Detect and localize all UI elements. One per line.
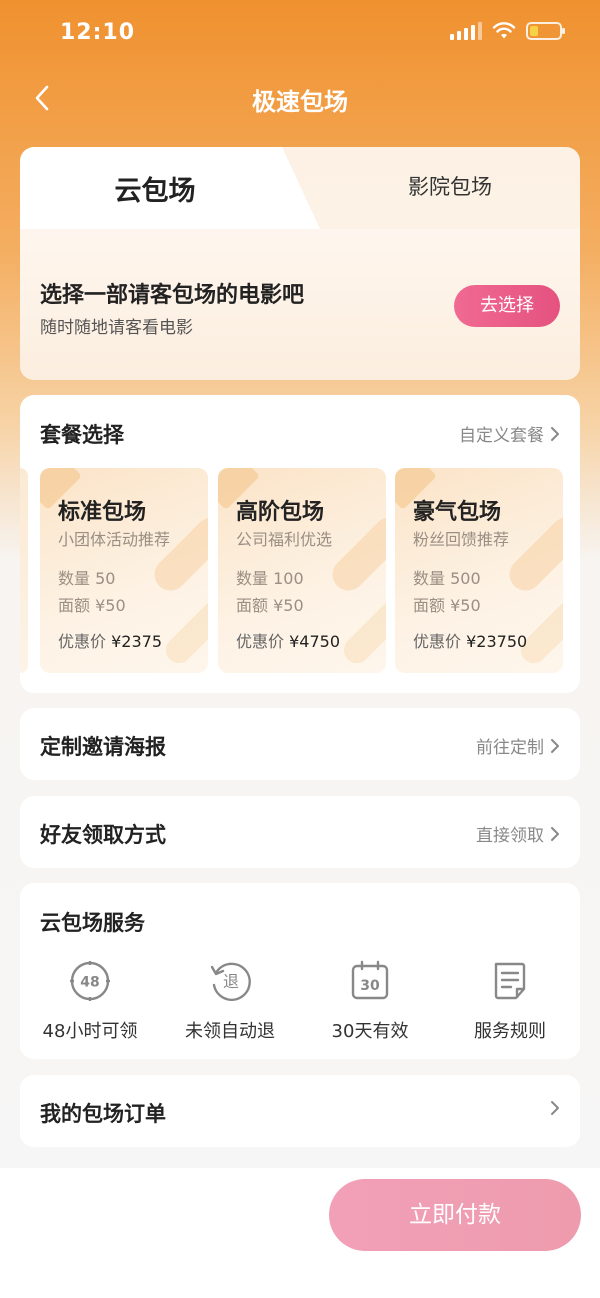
service-label: 服务规则 [474,1021,546,1042]
package-price-label: 优惠价 [413,632,462,651]
package-quantity: 数量 500 [413,569,481,588]
service-auto-refund[interactable]: 退 未领自动退 [160,959,300,1043]
package-price-value: ¥4750 [289,632,341,651]
service-label: 48小时可领 [42,1021,138,1042]
service-48h[interactable]: 48 48小时可领 [20,959,160,1043]
service-rules[interactable]: 服务规则 [440,959,580,1043]
pay-now-button[interactable]: 立即付款 [329,1179,581,1251]
package-price-value: ¥23750 [466,632,528,651]
package-price: 优惠价 ¥23750 [413,628,527,652]
booking-type-card: 云包场 影院包场 选择一部请客包场的电影吧 随时随地请客看电影 去选择 [20,147,580,380]
signal-icon [450,22,482,40]
chevron-right-icon [551,826,559,841]
package-card-partial[interactable] [20,468,28,673]
package-face-value: 面额 ¥50 [236,596,304,615]
document-icon [494,962,526,1000]
tab-cloud-booking-label[interactable]: 云包场 [20,169,290,208]
package-desc: 公司福利优选 [236,530,333,549]
status-bar: 12:10 [0,0,600,68]
custom-package-label: 自定义套餐 [459,426,544,446]
package-quantity: 数量 100 [236,569,304,588]
my-orders-row[interactable]: 我的包场订单 [20,1075,580,1147]
custom-package-link[interactable]: 自定义套餐 [459,421,560,446]
calendar-30-glyph: 30 [360,978,380,994]
wifi-icon [492,22,516,39]
package-name: 豪气包场 [413,500,502,525]
service-card: 云包场服务 48 48小时可领 退 未领自动退 30 30天有效 服务规则 [20,883,580,1059]
package-name: 标准包场 [58,500,147,525]
chevron-right-icon [551,738,559,753]
package-price: 优惠价 ¥4750 [236,628,340,652]
package-name: 高阶包场 [236,500,325,525]
choose-movie-button[interactable]: 去选择 [454,285,560,327]
clock-48-glyph: 48 [80,975,99,991]
chevron-right-icon [551,1101,559,1115]
package-section-title: 套餐选择 [40,423,124,447]
receive-method-row[interactable]: 好友领取方式 直接领取 [20,796,580,868]
page-title: 极速包场 [252,88,348,116]
package-advanced[interactable]: 高阶包场 公司福利优选 数量 100 面额 ¥50 优惠价 ¥4750 [218,468,386,673]
nav-bar: 极速包场 [0,68,600,128]
clock-48-icon: 48 [70,961,110,1001]
package-desc: 粉丝回馈推荐 [413,530,510,549]
package-deluxe[interactable]: 豪气包场 粉丝回馈推荐 数量 500 面额 ¥50 优惠价 ¥23750 [395,468,563,673]
status-time: 12:10 [60,20,136,45]
receive-method-link[interactable]: 直接领取 [476,821,560,846]
pick-movie-subtitle: 随时随地请客看电影 [40,318,193,338]
package-price-label: 优惠价 [58,632,107,651]
package-quantity: 数量 50 [58,569,116,588]
tab-cinema-booking[interactable]: 影院包场 [320,171,580,201]
service-30-days[interactable]: 30 30天有效 [300,959,440,1043]
refund-icon: 退 [210,962,251,1001]
package-desc: 小团体活动推荐 [58,530,171,549]
package-price: 优惠价 ¥2375 [58,628,162,652]
package-face-value: 面额 ¥50 [413,596,481,615]
service-label: 30天有效 [331,1021,409,1042]
refund-glyph: 退 [223,972,239,991]
chevron-right-icon [551,426,559,441]
package-price-value: ¥2375 [111,632,163,651]
package-list: 标准包场 小团体活动推荐 数量 50 面额 ¥50 优惠价 ¥2375 高阶包场… [20,468,580,673]
package-card: 套餐选择 自定义套餐 标准包场 小团体活动推荐 数量 50 面额 ¥50 优惠价… [20,395,580,693]
receive-method-label: 直接领取 [476,826,544,846]
package-standard[interactable]: 标准包场 小团体活动推荐 数量 50 面额 ¥50 优惠价 ¥2375 [40,468,208,673]
pick-movie-title: 选择一部请客包场的电影吧 [40,283,305,308]
pick-movie-panel: 选择一部请客包场的电影吧 随时随地请客看电影 去选择 [20,229,580,380]
service-section-title: 云包场服务 [40,911,145,935]
calendar-30-icon: 30 [351,960,389,1000]
poster-link[interactable]: 前往定制 [476,733,560,758]
receive-method-title: 好友领取方式 [40,823,166,847]
package-price-label: 优惠价 [236,632,285,651]
my-orders-title: 我的包场订单 [40,1102,166,1126]
my-orders-link[interactable] [550,1100,560,1116]
poster-row[interactable]: 定制邀请海报 前往定制 [20,708,580,780]
service-label: 未领自动退 [185,1021,275,1042]
status-icons [450,22,565,40]
battery-icon [526,22,565,40]
poster-link-label: 前往定制 [476,738,544,758]
service-list: 48 48小时可领 退 未领自动退 30 30天有效 服务规则 [20,959,580,1043]
poster-title: 定制邀请海报 [40,735,166,759]
bottom-bar: 立即付款 [0,1168,600,1298]
package-face-value: 面额 ¥50 [58,596,126,615]
